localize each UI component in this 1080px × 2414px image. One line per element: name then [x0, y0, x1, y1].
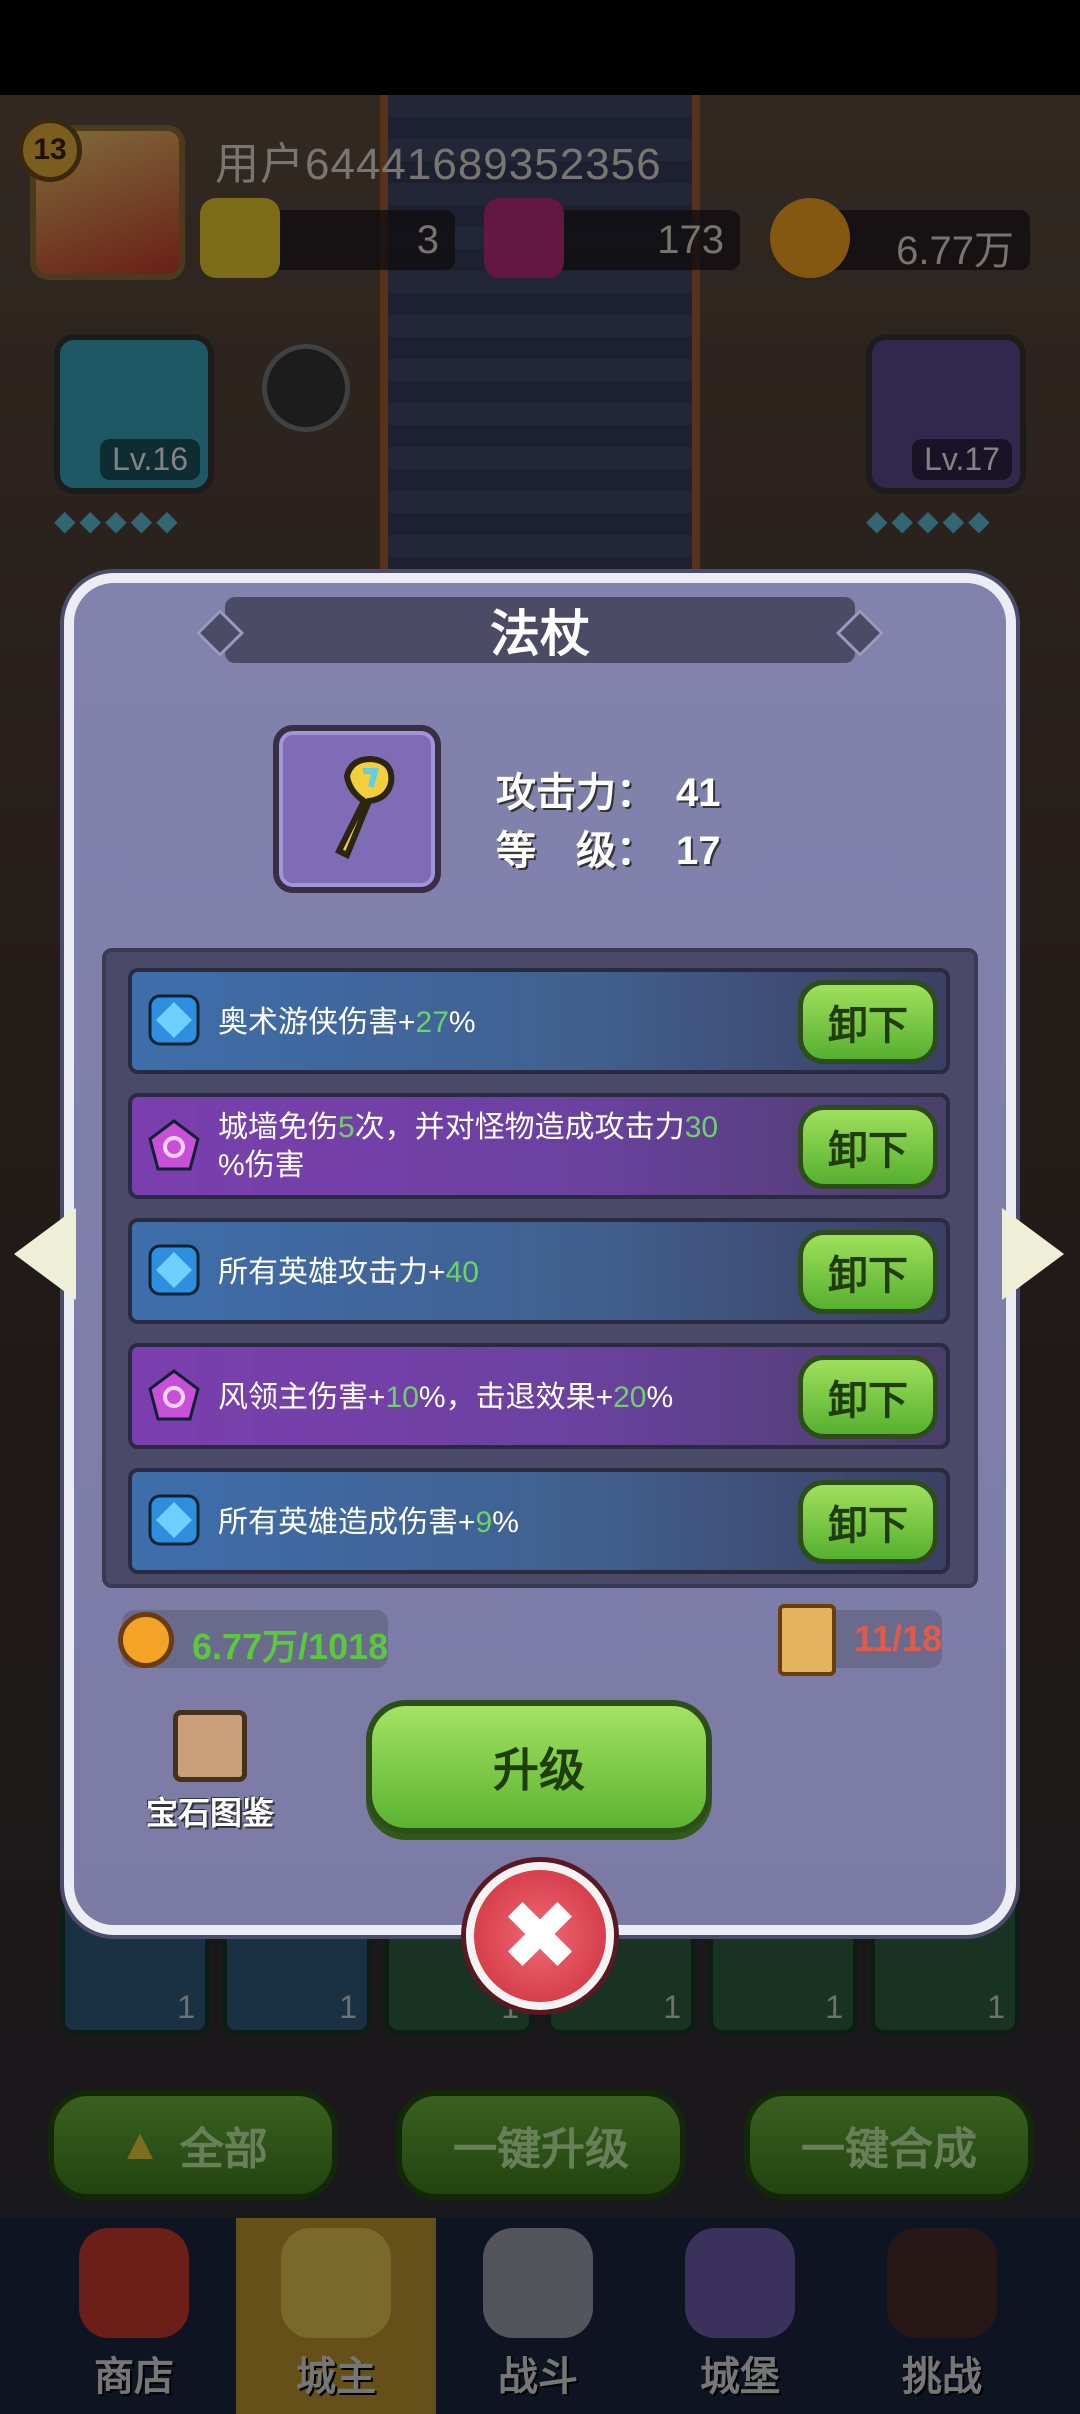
gem-slot-row: 所有英雄攻击力+40 卸下	[128, 1218, 950, 1324]
purple-gem-icon	[148, 1119, 200, 1171]
book-icon	[173, 1710, 247, 1782]
previous-item-arrow[interactable]	[14, 1208, 76, 1300]
staff-scroll-icon	[778, 1604, 836, 1676]
unequip-button[interactable]: 卸下	[798, 1230, 938, 1314]
gem-slot-row: 城墙免伤5次，并对怪物造成攻击力30 %伤害 卸下	[128, 1093, 950, 1199]
unequip-button[interactable]: 卸下	[798, 980, 938, 1064]
gem-slot-row: 风领主伤害+10%，击退效果+20% 卸下	[128, 1343, 950, 1449]
blue-gem-icon	[148, 1244, 200, 1296]
gem-effect-text: 所有英雄造成伤害+9%	[218, 1506, 519, 1539]
gem-effect-text: 风领主伤害+10%，击退效果+20%	[218, 1381, 674, 1414]
attack-label: 攻击力：	[496, 771, 656, 815]
gem-effect-text: 奥术游侠伤害+27%	[218, 1006, 476, 1039]
next-item-arrow[interactable]	[1002, 1208, 1064, 1300]
staff-icon	[334, 755, 395, 860]
level-label: 等 级：	[496, 829, 656, 873]
gem-codex-button[interactable]: 宝石图鉴	[140, 1710, 280, 1840]
unequip-button[interactable]: 卸下	[798, 1355, 938, 1439]
attack-value: 41	[676, 771, 721, 815]
close-icon: ✖	[499, 1883, 581, 1990]
gem-effect-text: 城墙免伤5次，并对怪物造成攻击力30 %伤害	[218, 1111, 719, 1182]
dialog-title: 法杖	[490, 606, 590, 662]
level-stat: 等 级： 17	[496, 818, 721, 876]
purple-gem-icon	[148, 1369, 200, 1421]
attack-stat: 攻击力： 41	[496, 760, 721, 818]
unequip-button[interactable]: 卸下	[798, 1480, 938, 1564]
gem-slot-row: 所有英雄造成伤害+9% 卸下	[128, 1468, 950, 1574]
gem-slot-row: 奥术游侠伤害+27% 卸下	[128, 968, 950, 1074]
staff-item-icon	[273, 725, 441, 893]
gem-codex-label: 宝石图鉴	[145, 1795, 274, 1831]
unequip-button[interactable]: 卸下	[798, 1105, 938, 1189]
scroll-cost: 11/18	[854, 1618, 943, 1659]
gem-effect-text: 所有英雄攻击力+40	[218, 1256, 479, 1289]
coin-cost: 6.77万/1018	[192, 1626, 389, 1667]
coin-icon	[118, 1612, 174, 1668]
blue-gem-icon	[148, 1494, 200, 1546]
upgrade-button[interactable]: 升级	[366, 1700, 712, 1834]
close-button[interactable]: ✖	[466, 1862, 614, 2010]
level-value: 17	[676, 829, 721, 873]
dialog-title-bar: 法杖	[225, 597, 855, 663]
status-bar	[0, 0, 1080, 95]
blue-gem-icon	[148, 994, 200, 1046]
